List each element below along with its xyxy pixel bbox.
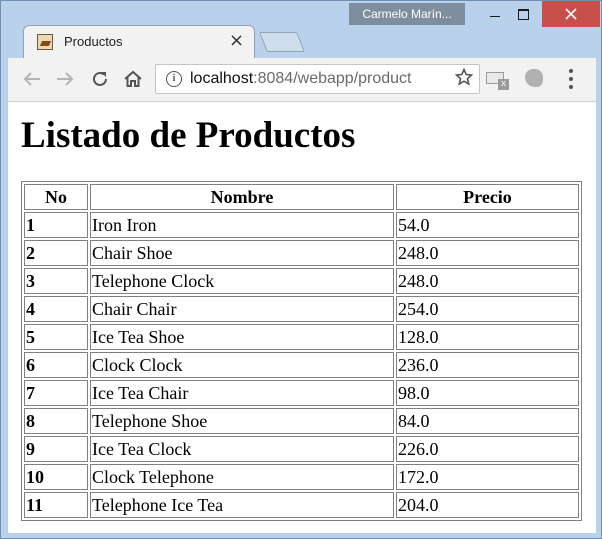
table-row: 6 Clock Clock 236.0 xyxy=(24,352,579,378)
cell-precio: 248.0 xyxy=(396,268,579,294)
tab-productos[interactable]: Productos × xyxy=(23,25,255,59)
table-row: 4 Chair Chair 254.0 xyxy=(24,296,579,322)
kebab-dot-icon xyxy=(569,77,573,81)
kebab-dot-icon xyxy=(569,85,573,89)
cell-precio: 226.0 xyxy=(396,436,579,462)
browser-window: Carmelo Marín... Productos × i localhost… xyxy=(0,0,602,539)
new-tab-button[interactable] xyxy=(258,32,306,52)
table-row: 3 Telephone Clock 248.0 xyxy=(24,268,579,294)
cell-no: 5 xyxy=(24,324,88,350)
cell-precio: 98.0 xyxy=(396,380,579,406)
menu-button[interactable] xyxy=(568,69,574,89)
cell-precio: 236.0 xyxy=(396,352,579,378)
arrow-left-icon xyxy=(23,72,40,86)
cell-nombre: Ice Tea Clock xyxy=(90,436,394,462)
tab-title: Productos xyxy=(64,34,123,49)
bookmark-star-button[interactable] xyxy=(454,67,474,91)
forward-button[interactable] xyxy=(53,67,77,91)
close-icon xyxy=(565,8,577,20)
table-header-row: No Nombre Precio xyxy=(24,184,579,210)
cell-no: 2 xyxy=(24,240,88,266)
home-button[interactable] xyxy=(121,67,145,91)
table-row: 5 Ice Tea Shoe 128.0 xyxy=(24,324,579,350)
info-icon[interactable]: i xyxy=(166,71,182,87)
cell-precio: 248.0 xyxy=(396,240,579,266)
kebab-dot-icon xyxy=(569,69,573,73)
cell-no: 1 xyxy=(24,212,88,238)
table-row: 7 Ice Tea Chair 98.0 xyxy=(24,380,579,406)
url-path: :8084/webapp/product xyxy=(253,70,412,87)
cell-nombre: Chair Shoe xyxy=(90,240,394,266)
cell-nombre: Ice Tea Shoe xyxy=(90,324,394,350)
cell-nombre: Chair Chair xyxy=(90,296,394,322)
extension-button[interactable] xyxy=(525,69,543,87)
cell-nombre: Clock Clock xyxy=(90,352,394,378)
tab-close-button[interactable]: × xyxy=(229,31,244,51)
table-row: 2 Chair Shoe 248.0 xyxy=(24,240,579,266)
url-text: localhost:8084/webapp/product xyxy=(190,70,412,88)
column-header-nombre: Nombre xyxy=(90,184,394,210)
maximize-button[interactable] xyxy=(508,1,539,27)
favicon-icon xyxy=(37,34,53,50)
table-row: 1 Iron Iron 54.0 xyxy=(24,212,579,238)
cell-no: 9 xyxy=(24,436,88,462)
toolbar: i localhost:8084/webapp/product x xyxy=(8,58,596,102)
address-bar[interactable]: i localhost:8084/webapp/product xyxy=(155,64,480,94)
cell-nombre: Telephone Shoe xyxy=(90,408,394,434)
reload-button[interactable] xyxy=(88,67,112,91)
minimize-icon xyxy=(489,15,500,17)
star-icon xyxy=(454,67,474,86)
extension-badge-icon: x xyxy=(498,79,509,90)
profile-badge[interactable]: Carmelo Marín... xyxy=(349,3,465,25)
cell-no: 4 xyxy=(24,296,88,322)
back-button[interactable] xyxy=(20,67,44,91)
table-row: 10 Clock Telephone 172.0 xyxy=(24,464,579,490)
url-host: localhost xyxy=(190,70,254,87)
cell-nombre: Clock Telephone xyxy=(90,464,394,490)
cell-nombre: Telephone Ice Tea xyxy=(90,492,394,518)
page-title: Listado de Productos xyxy=(21,115,356,156)
table-row: 8 Telephone Shoe 84.0 xyxy=(24,408,579,434)
column-header-precio: Precio xyxy=(396,184,579,210)
cell-no: 10 xyxy=(24,464,88,490)
cell-nombre: Telephone Clock xyxy=(90,268,394,294)
cell-no: 11 xyxy=(24,492,88,518)
cell-no: 8 xyxy=(24,408,88,434)
reload-icon xyxy=(93,71,107,86)
cell-precio: 84.0 xyxy=(396,408,579,434)
cell-nombre: Iron Iron xyxy=(90,212,394,238)
minimize-button[interactable] xyxy=(479,1,510,27)
table-row: 11 Telephone Ice Tea 204.0 xyxy=(24,492,579,518)
cell-precio: 204.0 xyxy=(396,492,579,518)
maximize-icon xyxy=(518,8,529,20)
cell-no: 6 xyxy=(24,352,88,378)
page-content: Listado de Productos No Nombre Precio 1 … xyxy=(8,102,596,533)
cell-precio: 254.0 xyxy=(396,296,579,322)
cell-precio: 54.0 xyxy=(396,212,579,238)
cell-no: 3 xyxy=(24,268,88,294)
cell-no: 7 xyxy=(24,380,88,406)
arrow-right-icon xyxy=(57,72,74,86)
mail-extension-button[interactable]: x xyxy=(486,70,509,90)
close-window-button[interactable] xyxy=(542,1,600,27)
cell-precio: 172.0 xyxy=(396,464,579,490)
table-row: 9 Ice Tea Clock 226.0 xyxy=(24,436,579,462)
cell-nombre: Ice Tea Chair xyxy=(90,380,394,406)
products-table: No Nombre Precio 1 Iron Iron 54.0 2 Chai… xyxy=(21,181,582,521)
home-icon xyxy=(124,70,142,87)
cell-precio: 128.0 xyxy=(396,324,579,350)
column-header-no: No xyxy=(24,184,88,210)
